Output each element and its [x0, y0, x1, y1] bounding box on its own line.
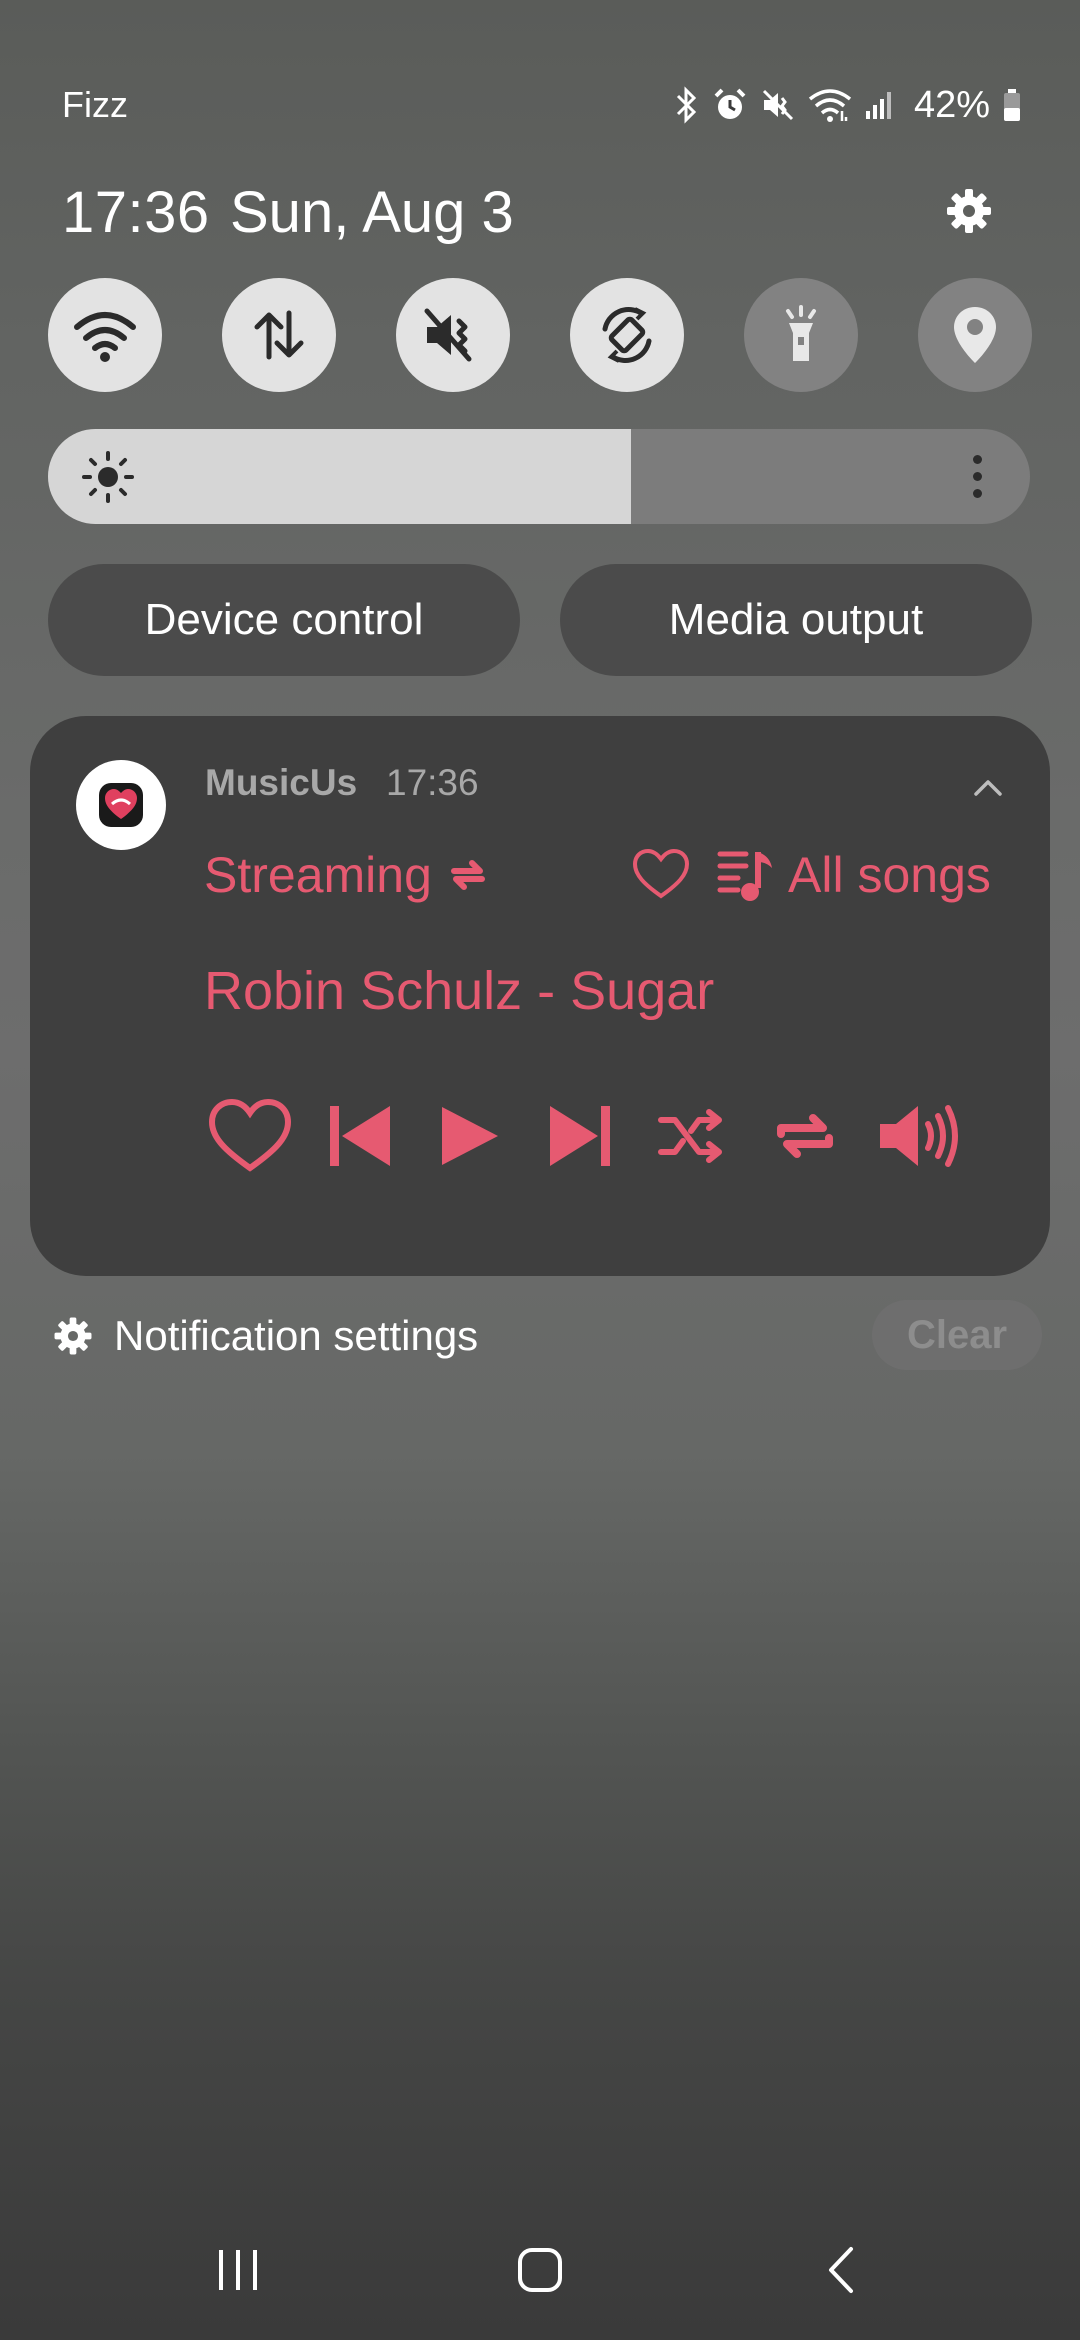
clock: 17:36 [62, 180, 210, 245]
gear-icon [947, 189, 991, 233]
favorite-button[interactable] [204, 1086, 296, 1186]
vibrate-mute-icon [762, 89, 793, 121]
source-label: Streaming [204, 847, 432, 903]
tile-flashlight[interactable] [744, 278, 858, 392]
recents-button[interactable] [200, 2240, 276, 2300]
media-output-button[interactable]: Media output [560, 564, 1032, 676]
music-app-logo-icon [99, 783, 143, 827]
tile-wifi[interactable] [48, 278, 162, 392]
mute-icon [424, 308, 472, 362]
track-title: Robin Schulz - Sugar [204, 961, 715, 1021]
repeat-button[interactable] [770, 1086, 840, 1186]
playlist-button[interactable] [716, 846, 778, 911]
home-icon [518, 2248, 562, 2292]
brightness-icon [80, 449, 136, 510]
signal-icon [865, 92, 891, 119]
brightness-slider[interactable] [48, 429, 1030, 524]
device-control-button[interactable]: Device control [48, 564, 520, 676]
status-icons: 42% [674, 80, 1022, 130]
collapse-button[interactable] [970, 770, 1006, 806]
settings-button[interactable] [938, 180, 1000, 242]
favorite-small-button[interactable] [630, 846, 692, 907]
brightness-more-button[interactable] [962, 449, 992, 504]
skip-previous-icon [330, 1106, 390, 1166]
date: Sun, Aug 3 [230, 180, 514, 245]
app-name: MusicUs [205, 762, 358, 803]
queue-label[interactable]: All songs [788, 840, 991, 910]
source-label-group[interactable]: Streaming [204, 840, 490, 910]
next-button[interactable] [540, 1086, 620, 1186]
data-arrows-icon [254, 310, 304, 360]
tile-location[interactable] [918, 278, 1032, 392]
volume-icon [880, 1105, 958, 1167]
gear-icon [54, 1317, 92, 1355]
notification-settings-label: Notification settings [114, 1312, 479, 1359]
sync-icon [450, 860, 485, 890]
alarm-icon [714, 88, 746, 119]
notification-settings-button[interactable]: Notification settings [52, 1306, 478, 1366]
app-avatar [76, 760, 166, 850]
carrier-name: Fizz [62, 84, 128, 125]
back-button[interactable] [804, 2240, 880, 2300]
shuffle-button[interactable] [656, 1086, 728, 1186]
bluetooth-icon [676, 86, 697, 124]
battery-percent: 42% [913, 84, 990, 126]
flashlight-icon [786, 305, 816, 361]
rotate-icon [602, 307, 652, 363]
heart-outline-icon [208, 1098, 292, 1172]
repeat-icon [777, 1114, 833, 1158]
clear-button[interactable]: Clear [872, 1300, 1042, 1370]
playlist-music-icon [717, 851, 772, 901]
wifi-icon [74, 312, 136, 362]
notification-time: 17:36 [386, 762, 479, 803]
shuffle-icon [658, 1109, 722, 1163]
chevron-up-icon [974, 780, 1002, 796]
tile-auto-rotate[interactable] [570, 278, 684, 392]
back-icon [829, 2247, 853, 2293]
tile-mobile-data[interactable] [222, 278, 336, 392]
volume-button[interactable] [872, 1086, 972, 1186]
tile-sound[interactable] [396, 278, 510, 392]
skip-next-icon [550, 1106, 610, 1166]
location-pin-icon [954, 307, 996, 363]
previous-button[interactable] [320, 1086, 400, 1186]
wifi-icon [808, 89, 852, 122]
heart-outline-icon [632, 848, 690, 899]
recents-icon [219, 2250, 257, 2290]
media-notification[interactable]: MusicUs 17:36 Streaming All songs Robin … [30, 716, 1050, 1276]
home-button[interactable] [502, 2240, 578, 2300]
battery-icon [1004, 89, 1020, 121]
play-icon [442, 1107, 498, 1165]
play-button[interactable] [434, 1086, 506, 1186]
